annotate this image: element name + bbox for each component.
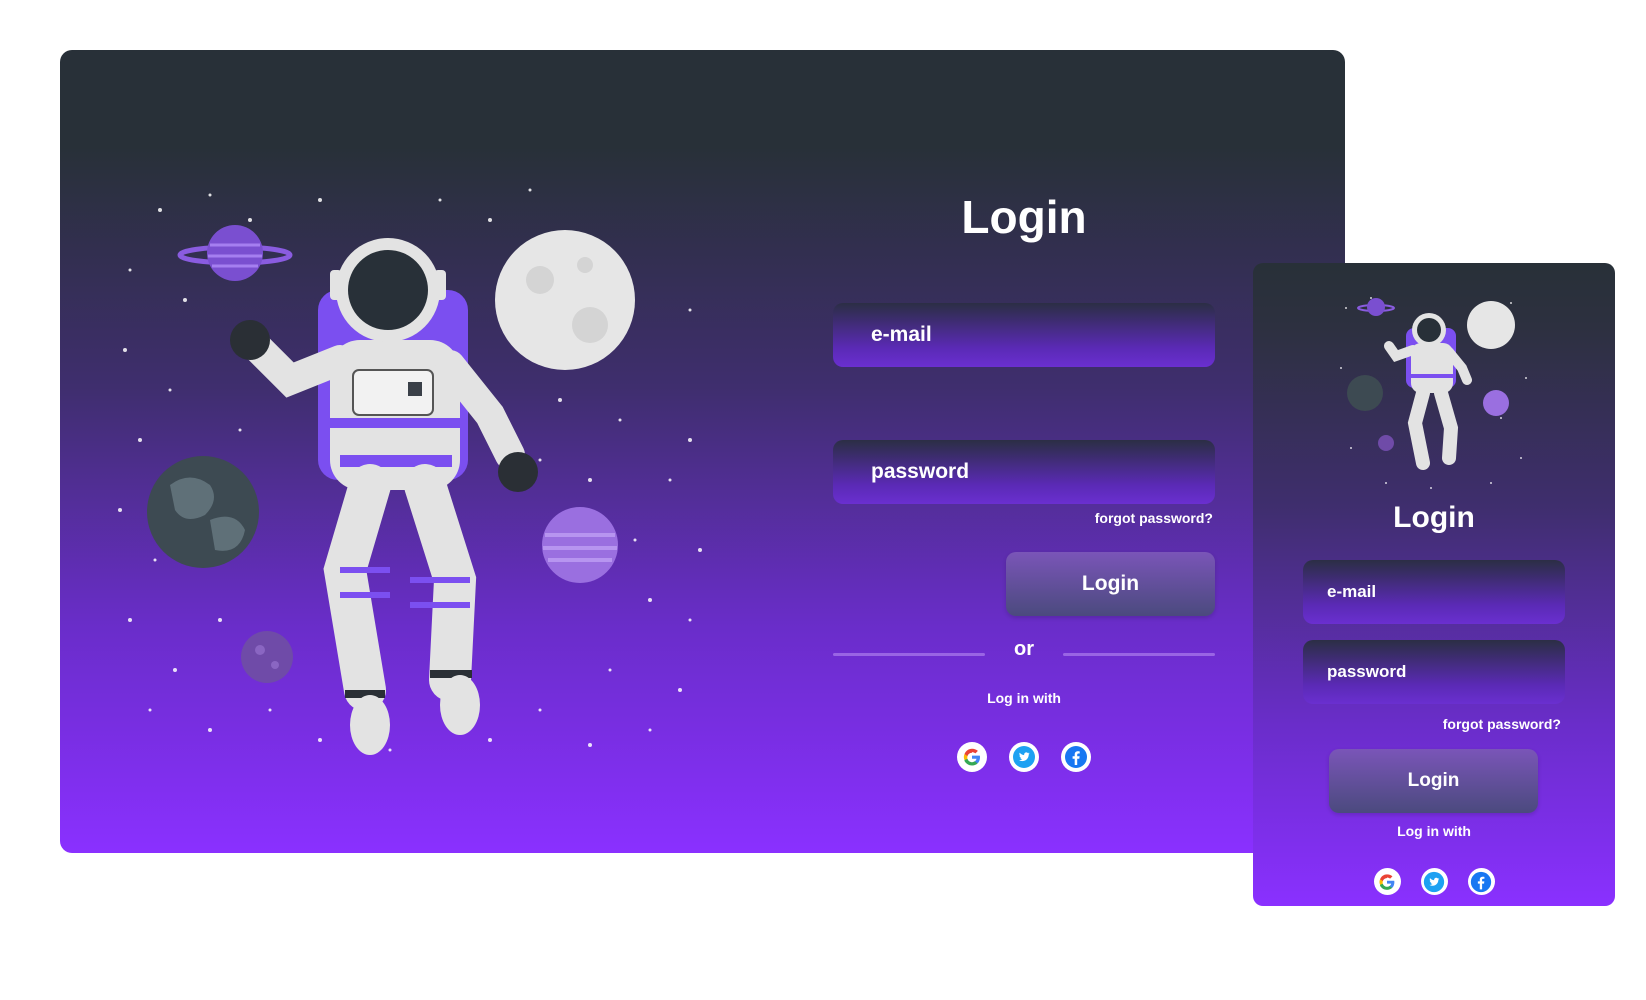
astronaut-space-illustration xyxy=(118,188,702,755)
password-placeholder: password xyxy=(871,460,970,483)
mobile-page-title: Login xyxy=(1393,501,1475,534)
social-login-row xyxy=(833,742,1215,772)
facebook-icon[interactable] xyxy=(1061,742,1091,772)
astronaut-space-illustration-mobile xyxy=(1340,297,1527,489)
twitter-icon[interactable] xyxy=(1420,868,1448,895)
facebook-icon[interactable] xyxy=(1467,868,1495,895)
mobile-forgot-password-link[interactable]: forgot password? xyxy=(1443,716,1561,732)
mobile-login-with-label: Log in with xyxy=(1397,823,1471,839)
divider-line-right xyxy=(1063,653,1215,656)
password-field[interactable]: password xyxy=(833,440,1215,504)
desktop-login-card: Login e-mail password forgot password? L… xyxy=(60,50,1345,853)
mobile-email-placeholder: e-mail xyxy=(1327,582,1377,601)
email-field[interactable]: e-mail xyxy=(833,303,1215,367)
google-icon[interactable] xyxy=(957,742,987,772)
google-icon[interactable] xyxy=(1373,868,1401,895)
login-with-label: Log in with xyxy=(987,690,1061,706)
desktop-login-form: Login e-mail password forgot password? L… xyxy=(833,50,1215,853)
mobile-email-field[interactable]: e-mail xyxy=(1303,560,1565,624)
login-button[interactable]: Login xyxy=(1006,552,1215,616)
mobile-login-button[interactable]: Login xyxy=(1329,749,1538,813)
or-label: or xyxy=(1014,638,1034,660)
twitter-icon[interactable] xyxy=(1009,742,1039,772)
or-divider: or xyxy=(833,638,1215,668)
mobile-password-field[interactable]: password xyxy=(1303,640,1565,704)
page-title: Login xyxy=(961,191,1087,243)
mobile-password-placeholder: password xyxy=(1327,662,1407,681)
mobile-login-card: Login e-mail password forgot password? L… xyxy=(1253,263,1615,906)
email-placeholder: e-mail xyxy=(871,323,932,346)
mobile-social-login-row xyxy=(1253,868,1615,895)
forgot-password-link[interactable]: forgot password? xyxy=(1095,510,1213,526)
